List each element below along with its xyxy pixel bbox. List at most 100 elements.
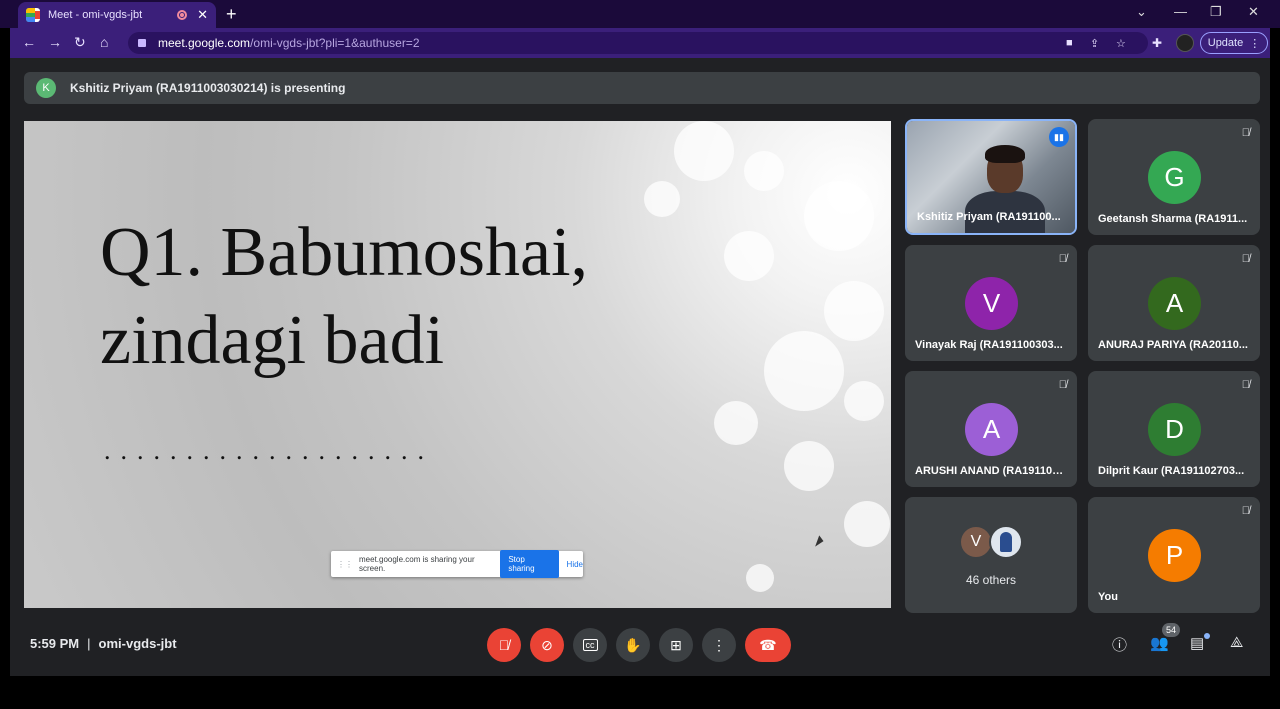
participant-name: ANURAJ PARIYA (RA20110...	[1098, 339, 1248, 351]
bokeh-light	[744, 151, 784, 191]
mic-off-icon: 🎙̸	[498, 637, 510, 653]
bokeh-light	[784, 441, 834, 491]
mic-off-icon: 🎙̸	[1241, 253, 1250, 265]
speaking-indicator-icon: ▮▮	[1049, 127, 1069, 147]
url-path: /omi-vgds-jbt?pli=1&authuser=2	[250, 36, 420, 50]
self-tile[interactable]: 🎙̸ P You	[1088, 497, 1260, 613]
mic-off-icon: 🎙̸	[1241, 379, 1250, 391]
minimize-icon[interactable]: —	[1174, 4, 1187, 19]
maximize-icon[interactable]: ❐	[1210, 4, 1222, 20]
bokeh-light	[724, 231, 774, 281]
participant-name: Vinayak Raj (RA191100303...	[915, 339, 1063, 351]
tab-search-icon[interactable]: ⌄	[1136, 4, 1147, 20]
participant-name: Geetansh Sharma (RA1911...	[1098, 213, 1248, 225]
participant-name: Dilprit Kaur (RA191102703...	[1098, 465, 1245, 477]
mic-toggle-button[interactable]: 🎙̸	[487, 628, 521, 662]
close-tab-icon[interactable]: ✕	[197, 7, 208, 23]
chat-unread-dot	[1204, 633, 1210, 639]
address-bar[interactable]: meet.google.com /omi-vgds-jbt?pli=1&auth…	[128, 32, 1148, 54]
drag-handle-icon[interactable]: ⋮⋮	[337, 560, 353, 569]
browser-toolbar: ← → ↻ ⌂ meet.google.com /omi-vgds-jbt?pl…	[10, 28, 1270, 58]
chat-icon[interactable]: ▤	[1190, 634, 1204, 652]
share-icon[interactable]: ⇪	[1090, 37, 1099, 50]
participant-tile[interactable]: 🎙̸ V Vinayak Raj (RA191100303...	[905, 245, 1077, 361]
stop-sharing-button[interactable]: Stop sharing	[500, 550, 559, 578]
bokeh-light	[644, 181, 680, 217]
meeting-info-icon[interactable]: ⓘ	[1112, 634, 1127, 655]
others-count: 46 others	[965, 573, 1017, 587]
separator: |	[87, 636, 91, 651]
participant-avatar: A	[965, 403, 1018, 456]
slide-title-line2: zindagi badi	[100, 302, 445, 379]
forward-icon[interactable]: →	[48, 34, 62, 50]
home-icon[interactable]: ⌂	[100, 34, 108, 50]
participant-name: ARUSHI ANAND (RA191102...	[915, 465, 1067, 477]
meeting-details: 5:59 PM | omi-vgds-jbt	[30, 636, 177, 651]
browser-tab-strip: Meet - omi-vgds-jbt ✕ + ⌄ — ❐ ✕	[0, 0, 1280, 28]
bokeh-light	[844, 501, 890, 547]
profile-avatar[interactable]	[1176, 34, 1194, 52]
more-options-button[interactable]: ⋮	[702, 628, 736, 662]
mic-off-icon: 🎙̸	[1241, 505, 1250, 517]
raise-hand-button[interactable]: ✋	[616, 628, 650, 662]
participant-tile[interactable]: 🎙̸ A ARUSHI ANAND (RA191102...	[905, 371, 1077, 487]
meet-window: K Kshitiz Priyam (RA1911003030214) is pr…	[10, 58, 1270, 676]
bookmark-star-icon[interactable]: ☆	[1116, 37, 1126, 50]
captions-icon: cc	[582, 639, 598, 651]
bokeh-light	[714, 401, 758, 445]
mouse-cursor-icon	[815, 535, 825, 549]
captions-button[interactable]: cc	[573, 628, 607, 662]
recording-icon	[177, 10, 188, 20]
bokeh-light	[824, 281, 884, 341]
lock-icon[interactable]	[138, 39, 146, 47]
participant-photo	[989, 525, 1023, 559]
tab-title: Meet - omi-vgds-jbt	[48, 9, 143, 21]
participant-tile[interactable]: ▮▮ Kshitiz Priyam (RA191100...	[905, 119, 1077, 235]
camera-in-use-icon[interactable]: ■	[1066, 37, 1073, 49]
participant-name: Kshitiz Priyam (RA191100...	[917, 211, 1061, 223]
reload-icon[interactable]: ↻	[74, 34, 86, 51]
meeting-code: omi-vgds-jbt	[98, 636, 177, 651]
participant-avatar: G	[1148, 151, 1201, 204]
presentation-slide[interactable]: Q1. Babumoshai, zindagi badi ...........…	[24, 121, 891, 608]
people-count-badge: 54	[1162, 623, 1180, 637]
participant-avatar: V	[959, 525, 993, 559]
url-host: meet.google.com	[158, 36, 251, 50]
participant-video-hair	[985, 145, 1025, 163]
sharing-message: meet.google.com is sharing your screen.	[359, 555, 475, 573]
hang-up-icon: ☎	[759, 636, 777, 653]
bokeh-light	[804, 181, 874, 251]
clock: 5:59 PM	[30, 636, 80, 651]
present-button[interactable]: ⊞	[659, 628, 693, 662]
participant-tile[interactable]: 🎙̸ D Dilprit Kaur (RA191102703...	[1088, 371, 1260, 487]
participant-avatar: A	[1148, 277, 1201, 330]
slide-blank-dots: ....................	[104, 436, 434, 465]
activities-icon[interactable]: ⟁	[1230, 634, 1243, 651]
update-button[interactable]: Update ⋮	[1200, 32, 1268, 54]
close-window-icon[interactable]: ✕	[1248, 4, 1259, 20]
people-icon[interactable]: 👥	[1150, 634, 1169, 652]
self-name: You	[1098, 591, 1118, 603]
participant-tile[interactable]: 🎙̸ A ANURAJ PARIYA (RA20110...	[1088, 245, 1260, 361]
browser-tab[interactable]: Meet - omi-vgds-jbt ✕	[18, 2, 216, 28]
new-tab-button[interactable]: +	[226, 4, 237, 25]
mic-off-icon: 🎙̸	[1058, 379, 1067, 391]
hide-button[interactable]: Hide	[567, 560, 583, 569]
participant-tile[interactable]: 🎙̸ G Geetansh Sharma (RA1911...	[1088, 119, 1260, 235]
update-label: Update	[1207, 37, 1244, 49]
back-icon[interactable]: ←	[22, 34, 36, 50]
extensions-icon[interactable]: ✚	[1152, 36, 1162, 50]
more-vert-icon: ⋮	[712, 636, 726, 653]
hand-icon: ✋	[624, 636, 642, 653]
participant-avatar: D	[1148, 403, 1201, 456]
presenting-text: Kshitiz Priyam (RA1911003030214) is pres…	[70, 81, 346, 95]
more-vert-icon: ⋮	[1249, 37, 1261, 50]
bokeh-light	[674, 121, 734, 181]
leave-call-button[interactable]: ☎	[745, 628, 791, 662]
self-avatar: P	[1148, 529, 1201, 582]
bokeh-light	[746, 564, 774, 592]
others-tile[interactable]: V 46 others	[905, 497, 1077, 613]
camera-toggle-button[interactable]: ⊘	[530, 628, 564, 662]
screen: Meet - omi-vgds-jbt ✕ + ⌄ — ❐ ✕ ← → ↻ ⌂ …	[0, 0, 1280, 709]
screen-share-bar: ⋮⋮ meet.google.com is sharing your scree…	[331, 550, 583, 578]
